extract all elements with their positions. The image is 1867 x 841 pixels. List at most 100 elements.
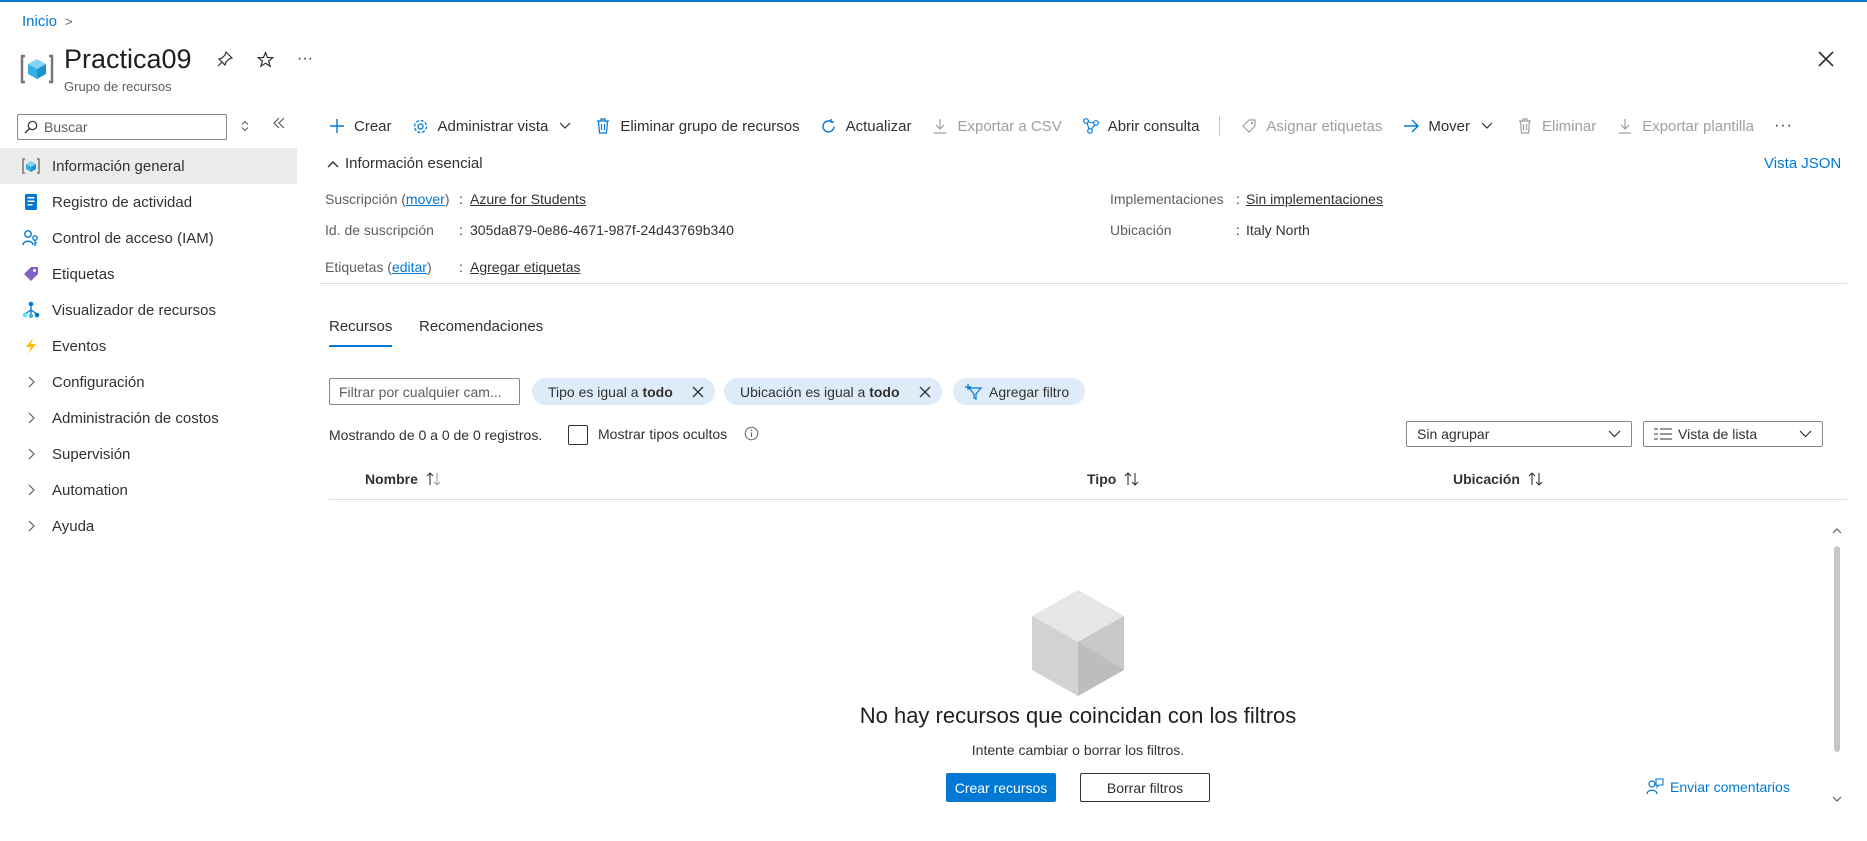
sort-icon <box>1124 472 1140 486</box>
subscription-id-label: Id. de suscripción <box>325 222 434 238</box>
empty-state-subtitle: Intente cambiar o borrar los filtros. <box>971 742 1185 758</box>
sidebar-item-etiquetas[interactable]: Etiquetas <box>0 256 297 292</box>
breadcrumb-home[interactable]: Inicio <box>22 13 57 30</box>
mover-button[interactable]: Mover <box>1402 117 1496 135</box>
collapse-sidebar-icon[interactable] <box>272 116 286 130</box>
chevron-down-icon <box>1799 430 1812 438</box>
sidebar-item-control-acceso[interactable]: Control de acceso (IAM) <box>0 220 297 256</box>
info-icon[interactable] <box>744 426 760 442</box>
location-filter-pill[interactable]: Ubicación es igual a todo <box>724 378 942 405</box>
view-mode-dropdown[interactable]: Vista de lista <box>1643 421 1823 447</box>
sidebar-item-eventos[interactable]: Eventos <box>0 328 297 364</box>
administrar-vista-button[interactable]: Administrar vista <box>412 117 575 135</box>
show-hidden-types-checkbox[interactable] <box>568 425 588 445</box>
list-view-icon <box>1654 428 1672 440</box>
column-header-nombre[interactable]: Nombre <box>365 471 442 487</box>
scroll-up-icon[interactable] <box>1832 528 1842 534</box>
send-feedback-label: Enviar comentarios <box>1670 778 1790 795</box>
sidebar-item-label: Información general <box>52 157 185 175</box>
sidebar-item-label: Ayuda <box>52 517 95 535</box>
toolbar-more-icon[interactable]: ··· <box>1774 117 1793 135</box>
table-header-divider <box>329 499 1847 500</box>
type-filter-pill[interactable]: Tipo es igual a todo <box>532 378 715 405</box>
download-icon <box>931 117 949 135</box>
deployments-value-link[interactable]: Sin implementaciones <box>1246 191 1383 207</box>
column-header-label: Tipo <box>1087 471 1117 487</box>
chevron-down-icon <box>556 117 574 135</box>
sidebar-item-label: Etiquetas <box>52 265 115 283</box>
colon: : <box>459 222 463 238</box>
sidebar-item-costos[interactable]: Administración de costos <box>0 400 297 436</box>
type-filter-label: Tipo es igual a todo <box>548 383 673 400</box>
sidebar-item-informacion-general[interactable]: Información general <box>0 148 297 184</box>
eliminar-grupo-label: Eliminar grupo de recursos <box>620 117 800 135</box>
empty-cube-icon <box>1030 588 1126 698</box>
actualizar-button[interactable]: Actualizar <box>820 117 912 135</box>
remove-filter-icon[interactable] <box>691 385 705 399</box>
pin-icon[interactable] <box>216 50 234 68</box>
chevron-right-icon <box>22 520 40 532</box>
tab-recomendaciones[interactable]: Recomendaciones <box>419 318 543 335</box>
deployments-label: Implementaciones <box>1110 191 1224 207</box>
subscription-label: Suscripción (mover) <box>325 191 450 207</box>
eliminar-grupo-button[interactable]: Eliminar grupo de recursos <box>594 117 800 135</box>
add-filter-label: Agregar filtro <box>989 383 1070 400</box>
json-view-link[interactable]: Vista JSON <box>1764 155 1841 172</box>
tag-icon <box>22 265 40 283</box>
arrow-right-icon <box>1402 117 1420 135</box>
records-count: Mostrando de 0 a 0 de 0 registros. <box>329 427 543 443</box>
actualizar-label: Actualizar <box>845 117 912 135</box>
sort-toggle-icon[interactable] <box>240 120 250 132</box>
sidebar-search-input[interactable] <box>44 119 214 135</box>
essentials-toggle[interactable]: Información esencial <box>327 155 483 172</box>
column-header-tipo[interactable]: Tipo <box>1087 471 1140 487</box>
exportar-plantilla-button[interactable]: Exportar plantilla <box>1616 117 1754 135</box>
add-filter-button[interactable]: Agregar filtro <box>953 378 1086 405</box>
add-tags-link[interactable]: Agregar etiquetas <box>470 259 581 275</box>
group-by-dropdown[interactable]: Sin agrupar <box>1406 421 1632 447</box>
crear-button[interactable]: Crear <box>328 117 392 135</box>
toolbar-separator <box>1219 116 1221 136</box>
chevron-down-icon <box>1478 117 1496 135</box>
scroll-down-icon[interactable] <box>1832 796 1842 802</box>
filter-input[interactable] <box>329 378 520 405</box>
location-filter-label: Ubicación es igual a todo <box>740 383 900 400</box>
sidebar-item-label: Registro de actividad <box>52 193 193 211</box>
exportar-csv-label: Exportar a CSV <box>957 117 1062 135</box>
create-resources-button[interactable]: Crear recursos <box>946 773 1056 802</box>
edit-tags-link[interactable]: editar <box>392 259 427 275</box>
sidebar-item-configuracion[interactable]: Configuración <box>0 364 297 400</box>
breadcrumb-separator: > <box>65 14 73 29</box>
sidebar-item-supervision[interactable]: Supervisión <box>0 436 297 472</box>
sidebar-item-visualizador[interactable]: Visualizador de recursos <box>0 292 297 328</box>
send-feedback-link[interactable]: Enviar comentarios <box>1646 778 1790 795</box>
move-subscription-link[interactable]: mover <box>406 191 445 207</box>
essentials-location-row: Ubicación <box>1110 222 1171 238</box>
asignar-etiquetas-button[interactable]: Asignar etiquetas <box>1240 117 1382 135</box>
sidebar-item-label: Control de acceso (IAM) <box>52 229 214 247</box>
chevron-right-icon <box>22 484 40 496</box>
command-toolbar: Crear Administrar vista Eliminar grupo d… <box>328 114 1813 138</box>
activity-log-icon <box>22 193 40 211</box>
column-header-ubicacion[interactable]: Ubicación <box>1453 471 1544 487</box>
sidebar-item-automation[interactable]: Automation <box>0 472 297 508</box>
tab-recursos[interactable]: Recursos <box>329 318 392 335</box>
tags-label: Etiquetas (editar) <box>325 259 432 275</box>
more-options-icon[interactable]: ··· <box>296 50 314 68</box>
abrir-consulta-button[interactable]: Abrir consulta <box>1082 117 1199 135</box>
sidebar-search[interactable] <box>17 114 227 140</box>
sidebar-item-ayuda[interactable]: Ayuda <box>0 508 297 544</box>
subscription-value-link[interactable]: Azure for Students <box>470 191 586 207</box>
top-accent-line <box>0 0 1867 2</box>
clear-filters-button[interactable]: Borrar filtros <box>1080 773 1210 802</box>
close-icon[interactable] <box>1817 50 1837 70</box>
trash-icon <box>594 117 612 135</box>
remove-filter-icon[interactable] <box>918 385 932 399</box>
exportar-csv-button[interactable]: Exportar a CSV <box>931 117 1062 135</box>
favorite-star-icon[interactable] <box>256 50 274 68</box>
colon: : <box>1236 191 1240 207</box>
eliminar-button[interactable]: Eliminar <box>1516 117 1596 135</box>
scrollbar-thumb[interactable] <box>1834 546 1840 752</box>
sidebar-item-registro-actividad[interactable]: Registro de actividad <box>0 184 297 220</box>
gear-icon <box>412 117 430 135</box>
